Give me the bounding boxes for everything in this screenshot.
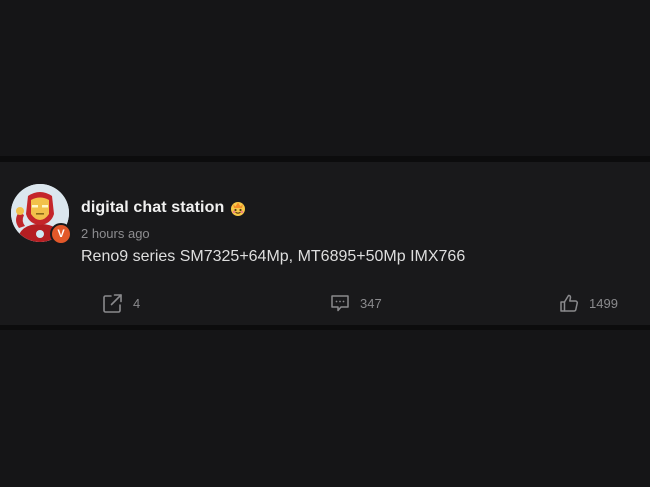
thumbs-up-icon (559, 293, 579, 313)
comment-button[interactable]: 347 (330, 292, 382, 314)
comment-icon (330, 293, 350, 313)
like-count: 1499 (589, 295, 618, 311)
username-row: digital chat station (81, 197, 247, 219)
username[interactable]: digital chat station (81, 199, 224, 217)
top-empty-area (0, 0, 650, 156)
post-text: Reno9 series SM7325+64Mp, MT6895+50Mp IM… (81, 248, 466, 265)
post-card[interactable]: V digital chat station 2 hours ago Reno9… (0, 162, 650, 325)
post-timestamp: 2 hours ago (81, 226, 150, 241)
crown-emoji-icon (229, 199, 247, 217)
divider (0, 325, 650, 330)
avatar[interactable]: V (11, 184, 72, 245)
verified-badge: V (50, 223, 72, 245)
like-button[interactable]: 1499 (559, 292, 618, 314)
share-button[interactable]: 4 (102, 292, 140, 314)
comment-count: 347 (360, 295, 382, 311)
share-icon (102, 293, 123, 314)
page: V digital chat station 2 hours ago Reno9… (0, 0, 650, 487)
share-count: 4 (133, 295, 141, 311)
